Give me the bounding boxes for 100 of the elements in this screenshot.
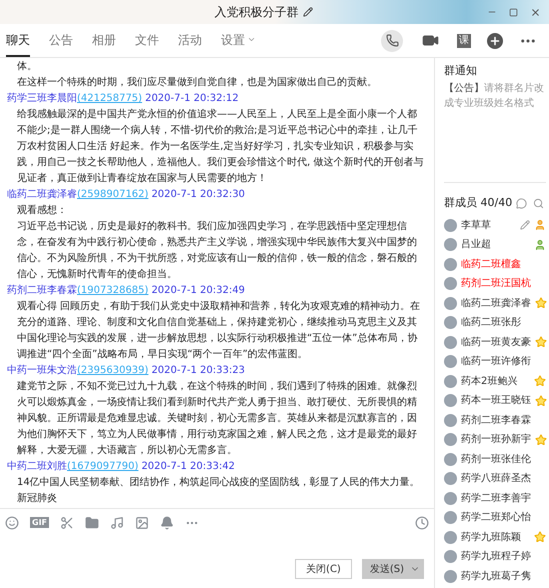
message-text: 体。: [16, 60, 38, 74]
member-item[interactable]: 临药二班龚泽睿: [444, 294, 546, 313]
sender-name: 药学三班李晨阳: [7, 93, 77, 104]
message-text: 习近平总书记说，历史是最好的教科书。我们应加强四史学习，在学思践悟中坚定理想信念，在奋发有为中践行初心使命，熟悉共产主义学说，增强实现中华民族伟大复兴中国梦的信心。不为风险所惧，不为干扰所惑，对党应该有山一般的信仰，铁一般的信念，磐石般的信心，无愧新时代青年的使命担当。: [16, 220, 418, 282]
avatar: [444, 258, 457, 271]
avatar: [444, 296, 457, 310]
avatar: [444, 277, 457, 290]
avatar: [444, 336, 457, 349]
member-name: 李草草: [461, 218, 492, 233]
close-icon[interactable]: [530, 6, 541, 18]
member-item[interactable]: 药学九班程子婷: [444, 547, 546, 566]
message-text: 在这样一个特殊的时期，我们应尽量做到自觉自律，也是为国家做出自己的贡献。: [16, 76, 378, 90]
maximize-icon[interactable]: [509, 8, 518, 16]
phone-icon[interactable]: [386, 34, 398, 47]
tab[interactable]: 活动: [178, 24, 202, 57]
avatar: [444, 511, 457, 524]
member-item[interactable]: 临药一班黄友豪: [444, 332, 546, 352]
avatar: [444, 452, 457, 466]
message-text: 14亿中国人民坚韧奉献、团结协作，构筑起同心战疫的坚固防线，彰显了人民的伟大力量。新冠肺炎: [16, 476, 421, 506]
member-item[interactable]: 药剂二班汪国杭: [444, 274, 546, 294]
avatar: [444, 570, 457, 583]
member-item[interactable]: 吕业超: [444, 235, 546, 254]
member-name: 临药一班黄友豪: [461, 336, 531, 350]
message-time: 2020-7-1 20:32:49: [151, 285, 245, 296]
avatar: [444, 355, 457, 368]
member-name: 药学二班郑心怡: [461, 510, 531, 526]
chat-bubble-icon[interactable]: [516, 198, 527, 209]
member-name: 药本2班鲍兴: [461, 374, 518, 389]
avatar: [444, 414, 457, 427]
avatar: [444, 530, 457, 544]
notice-title: 群通知: [444, 63, 478, 79]
avatar: [444, 550, 457, 564]
tab[interactable]: 文件: [135, 24, 159, 57]
member-item[interactable]: 药学二班郑心怡: [444, 508, 546, 528]
notice-text[interactable]: 【公告】请将群名片改成专业班级姓名格式: [444, 81, 546, 111]
member-item[interactable]: 药学九班葛子隽: [444, 566, 546, 586]
tab[interactable]: 相册: [92, 24, 116, 57]
member-item[interactable]: 药学九班陈颖: [444, 528, 546, 547]
member-name: 临药二班檀鑫: [461, 258, 522, 272]
members-header: 群成员 40/40: [444, 195, 514, 211]
member-name: 药学九班葛子隽: [461, 570, 531, 584]
search-icon[interactable]: [533, 198, 544, 209]
message-time: 2020-7-1 20:33:42: [141, 461, 235, 472]
scissors-icon[interactable]: [60, 516, 74, 530]
member-name: 药学二班李善宇: [461, 492, 531, 506]
avatar: [444, 394, 457, 408]
member-name: 临药二班张彤: [461, 316, 522, 330]
avatar: [444, 218, 457, 232]
member-name: 药学九班陈颖: [461, 530, 522, 545]
avatar: [444, 374, 457, 388]
lesson-button[interactable]: 课: [457, 34, 471, 48]
member-name: 药剂二班李春霖: [461, 414, 531, 428]
tab[interactable]: 公告: [49, 24, 73, 57]
message-time: 2020-7-1 20:33:23: [151, 365, 245, 376]
message-text: 建党节之际，不知不觉已过九十九载，在这个特殊的时间，我们遇到了特殊的困难。就像烈火可以煅炼真金，一场疫情让我们看到新时代共产党人勇于担当、敢打硬仗、无所畏惧的精神风貌。正所谓最是危难显忠诚。关键时刻，初心无需多言。英雄从来都是沉默寡言的，因为他们胸怀天下，笃立为人民做事情，用行动克家国之难，解人民之危，这才是最党的最好解释，大爱无疆，大语藏言，所以初心无需多言。: [16, 380, 418, 458]
member-item[interactable]: 药学二班李善宇: [444, 488, 546, 508]
emoji-icon[interactable]: [5, 516, 19, 530]
member-item[interactable]: 药本2班鲍兴: [444, 372, 546, 391]
member-name: 药剂二班汪国杭: [461, 276, 531, 292]
folder-icon[interactable]: [85, 516, 100, 530]
music-note-icon[interactable]: [110, 516, 124, 530]
send-button[interactable]: 发送(S): [362, 559, 424, 579]
member-item[interactable]: 药学八班薛圣杰: [444, 469, 546, 488]
member-name: 药本一班王晓钰: [461, 394, 531, 408]
avatar: [444, 433, 457, 446]
message-time: 2020-7-1 20:32:12: [145, 93, 239, 104]
member-name: 药剂一班张佳伦: [461, 452, 531, 467]
message-text: 观看感想：: [16, 204, 68, 218]
member-item[interactable]: 药本一班王晓钰: [444, 391, 546, 410]
member-item[interactable]: 李草草: [444, 216, 546, 235]
close-button[interactable]: 关闭(C): [295, 559, 352, 579]
member-name: 临药一班许修衔: [461, 354, 531, 370]
sender-name: 中药二班刘胜: [7, 461, 67, 472]
avatar: [444, 472, 457, 486]
edit-icon[interactable]: [302, 7, 312, 17]
tab[interactable]: 聊天: [6, 24, 30, 57]
member-item[interactable]: 药剂一班张佳伦: [444, 450, 546, 469]
sender-name: 药剂二班李春霖: [7, 285, 77, 296]
history-clock-icon[interactable]: [415, 516, 429, 530]
sender-name: 临药二班龚泽睿: [7, 189, 77, 200]
window-title: 入党积极分子群: [214, 4, 298, 21]
image-icon[interactable]: [135, 516, 150, 530]
member-name: 药学八班薛圣杰: [461, 472, 531, 486]
message-time: 2020-7-1 20:32:30: [151, 189, 245, 200]
avatar: [444, 492, 457, 505]
member-name: 药剂一班孙新宇: [461, 432, 531, 448]
sender-name: 中药一班朱文浩: [7, 365, 77, 376]
avatar: [444, 238, 457, 252]
member-name: 药学九班程子婷: [461, 550, 531, 564]
member-item[interactable]: 临药二班檀鑫: [444, 254, 546, 274]
member-item[interactable]: 药剂二班李春霖: [444, 410, 546, 430]
member-item[interactable]: 药剂一班孙新宇: [444, 430, 546, 450]
avatar: [444, 316, 457, 330]
bell-icon[interactable]: [160, 516, 174, 530]
member-item[interactable]: 临药二班张彤: [444, 313, 546, 332]
phone-call-button[interactable]: [381, 30, 403, 52]
tab[interactable]: 设置: [221, 24, 256, 57]
member-item[interactable]: 临药一班许修衔: [444, 352, 546, 372]
member-name: 临药二班龚泽睿: [461, 296, 531, 311]
member-name: 吕业超: [461, 238, 492, 252]
